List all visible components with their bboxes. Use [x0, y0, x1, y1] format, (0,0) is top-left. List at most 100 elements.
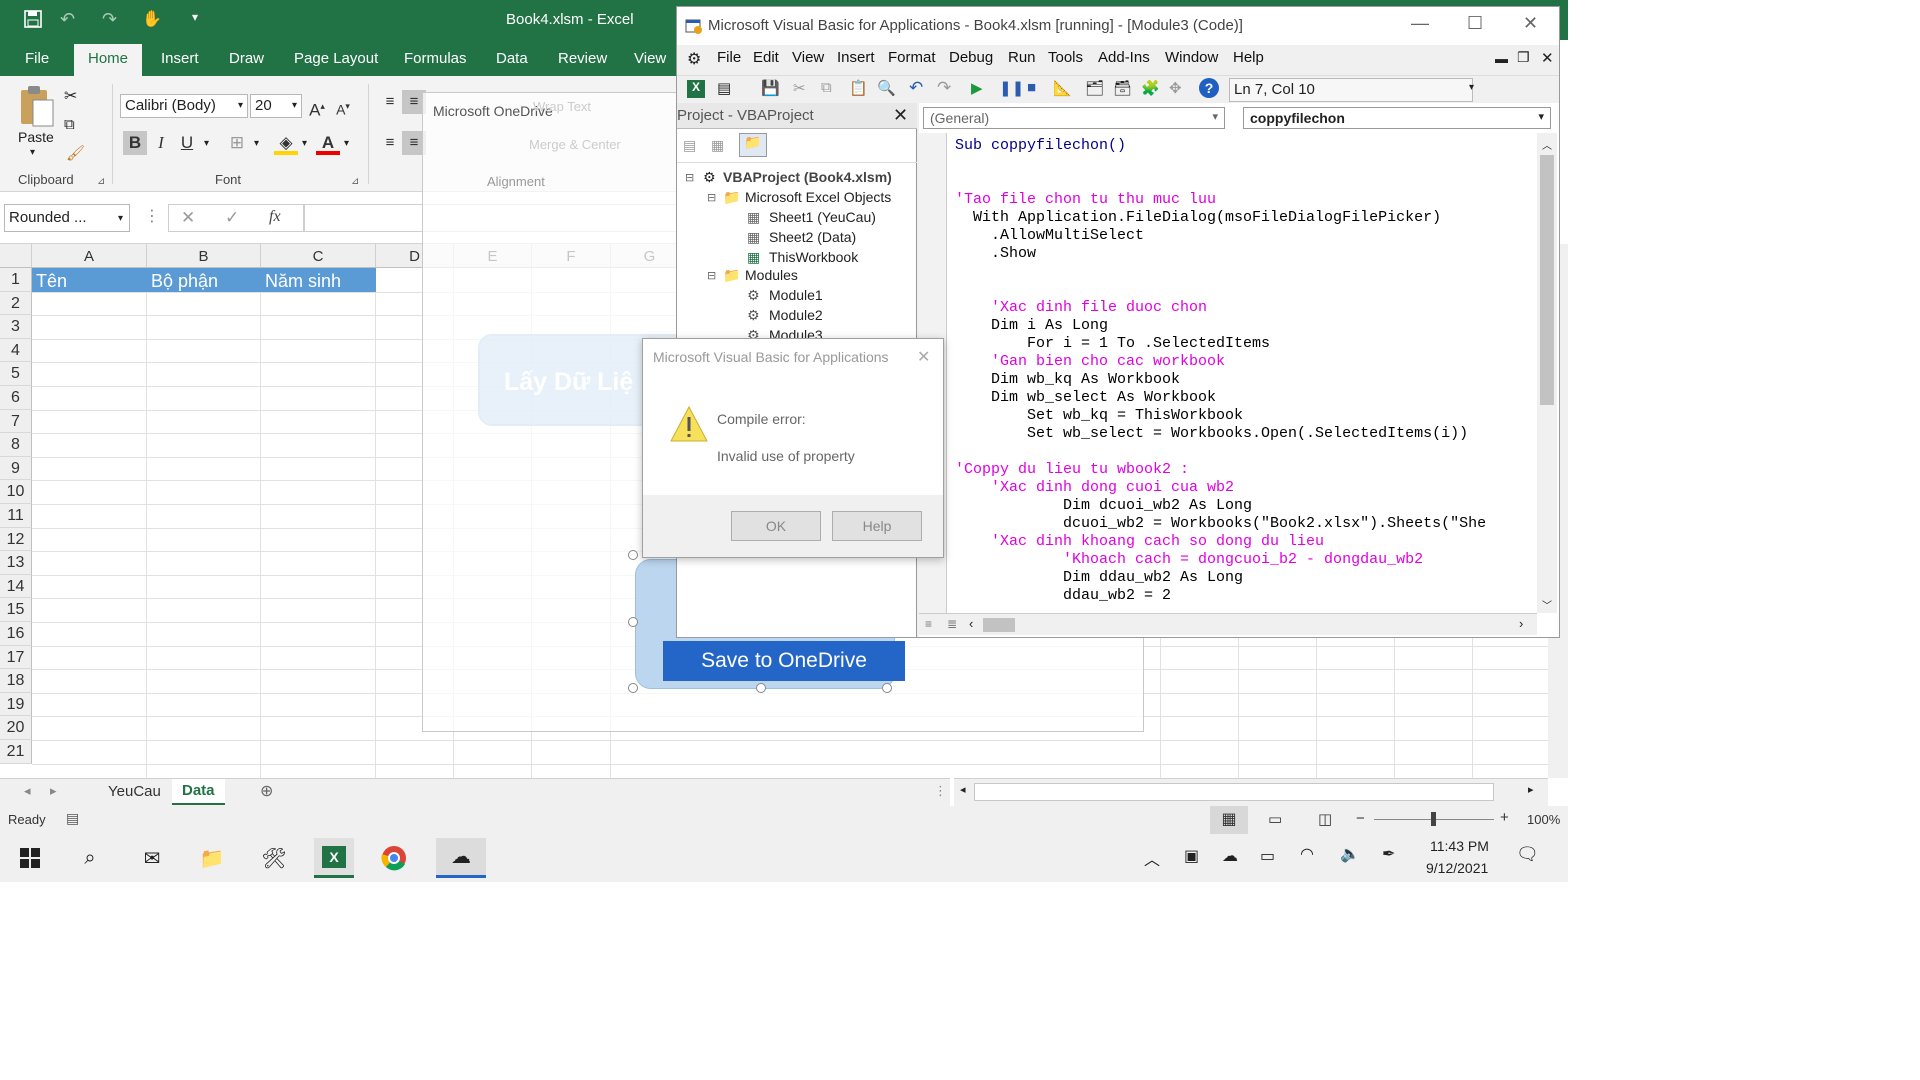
page-break-view-icon[interactable]: ◫ [1318, 810, 1332, 828]
maximize-icon[interactable]: ☐ [1467, 13, 1483, 34]
increase-font-icon[interactable]: A▴ [305, 94, 329, 120]
row-header[interactable]: 19 [0, 692, 32, 717]
code-line[interactable]: With Application.FileDialog(msoFileDialo… [955, 209, 1441, 227]
menu-debug[interactable]: Debug [949, 49, 993, 66]
column-header-a[interactable]: A [32, 244, 147, 268]
onedrive-tray-icon[interactable]: ☁ [1222, 846, 1238, 866]
paste-icon[interactable]: 📋 [849, 79, 868, 97]
code-line[interactable]: Dim wb_kq As Workbook [955, 371, 1180, 389]
column-header-b[interactable]: B [147, 244, 261, 268]
underline-dropdown-icon[interactable]: ▾ [204, 138, 209, 149]
scroll-up-icon[interactable]: ︿ [1542, 137, 1552, 152]
show-hidden-icons[interactable]: ︿ [1144, 846, 1160, 870]
start-icon[interactable] [12, 842, 48, 874]
excel-taskbar-icon[interactable]: X [314, 838, 354, 878]
clipboard-launcher-icon[interactable]: ⊿ [97, 176, 105, 187]
borders-dropdown-icon[interactable]: ▾ [254, 138, 259, 149]
dialog-close-icon[interactable]: ✕ [917, 347, 930, 367]
save-icon[interactable]: 💾 [761, 79, 780, 97]
touch-mode-icon[interactable]: ✋ [142, 9, 162, 29]
reset-icon[interactable]: ■ [1027, 79, 1036, 96]
cancel-icon[interactable]: ✕ [181, 208, 195, 228]
project-close-icon[interactable]: ✕ [893, 105, 908, 126]
code-line[interactable]: Dim i As Long [955, 317, 1108, 335]
code-line[interactable]: Dim dcuoi_wb2 As Long [955, 497, 1252, 515]
tab-view[interactable]: View [634, 50, 666, 67]
tab-file[interactable]: File [25, 50, 49, 67]
collapse-icon[interactable]: ⊟ [685, 171, 694, 184]
name-box[interactable]: Rounded ... ▾ [4, 204, 130, 232]
chrome-icon[interactable] [376, 842, 412, 874]
sheet-tab-yeucau[interactable]: YeuCau [108, 783, 161, 800]
code-line[interactable]: .AllowMultiSelect [955, 227, 1144, 245]
scroll-left-icon[interactable]: ◂ [960, 783, 966, 796]
tree-item-thisworkbook[interactable]: ThisWorkbook [769, 249, 858, 265]
code-line[interactable]: Set wb_kq = ThisWorkbook [955, 407, 1243, 425]
zoom-level[interactable]: 100% [1527, 812, 1560, 827]
font-color-dropdown-icon[interactable]: ▾ [344, 138, 349, 149]
properties-icon[interactable]: 🗃 [1113, 79, 1132, 97]
row-header[interactable]: 15 [0, 598, 32, 622]
pen-icon[interactable]: ✒ [1382, 844, 1395, 864]
tree-item-module1[interactable]: Module1 [769, 287, 823, 303]
scroll-thumb[interactable] [1540, 155, 1554, 405]
zoom-out-icon[interactable]: − [1356, 810, 1365, 827]
paste-label[interactable]: Paste [18, 129, 54, 145]
file-explorer-icon[interactable]: 📁 [194, 842, 230, 874]
row-header[interactable]: 14 [0, 574, 32, 599]
cell-c1[interactable]: Năm sinh [261, 268, 376, 292]
page-layout-view-icon[interactable]: ▭ [1268, 810, 1282, 828]
menu-help[interactable]: Help [1233, 49, 1264, 66]
tab-data[interactable]: Data [496, 50, 528, 67]
next-sheet-icon[interactable]: ▸ [50, 783, 57, 799]
mail-icon[interactable]: ✉ [134, 842, 170, 874]
more-options-icon[interactable]: ⋮ [144, 206, 160, 226]
menu-view[interactable]: View [792, 49, 824, 66]
row-header[interactable]: 16 [0, 622, 32, 646]
object-browser-icon[interactable]: 🧩 [1141, 79, 1160, 97]
find-icon[interactable]: 🔍 [877, 79, 896, 97]
tree-item-sheet1[interactable]: Sheet1 (YeuCau) [769, 209, 876, 225]
font-color-icon[interactable]: A [316, 131, 340, 155]
row-header[interactable]: 12 [0, 527, 32, 552]
row-header[interactable]: 2 [0, 291, 32, 316]
clock-date[interactable]: 9/12/2021 [1426, 860, 1488, 876]
toggle-folders-icon[interactable]: 📁 [739, 133, 767, 157]
code-line[interactable]: .Show [955, 245, 1036, 263]
row-header[interactable]: 10 [0, 480, 32, 504]
procedure-view-icon[interactable]: ≡ [925, 617, 932, 631]
minimize-icon[interactable]: — [1411, 13, 1429, 34]
design-mode-icon[interactable]: 📐 [1053, 79, 1072, 97]
code-horizontal-scrollbar[interactable]: ≡ ≣ ‹ › [919, 613, 1537, 635]
onedrive-taskbar-icon[interactable]: ☁ [436, 838, 486, 878]
bold-icon[interactable]: B [123, 131, 147, 155]
tools-icon[interactable]: 🛠 [256, 842, 292, 874]
customize-qat-icon[interactable]: ▾ [192, 10, 198, 24]
row-header[interactable]: 1 [0, 268, 32, 292]
cut-icon[interactable]: ✂ [793, 79, 806, 97]
new-sheet-icon[interactable]: ⊕ [260, 781, 273, 801]
object-dropdown[interactable]: (General) ▾ [923, 107, 1225, 129]
menu-add-ins[interactable]: Add-Ins [1098, 49, 1150, 66]
code-line[interactable]: dcuoi_wb2 = Workbooks("Book2.xlsx").Shee… [955, 515, 1486, 533]
code-line[interactable]: Sub coppyfilechon() [955, 137, 1126, 155]
menu-insert[interactable]: Insert [837, 49, 875, 66]
code-line[interactable]: Dim ddau_wb2 As Long [955, 569, 1243, 587]
child-close-icon[interactable]: ✕ [1541, 49, 1554, 67]
code-editor[interactable]: Sub coppyfilechon() 'Tao file chon tu thu… [919, 133, 1531, 609]
ok-button[interactable]: OK [731, 511, 821, 541]
menu-tools[interactable]: Tools [1048, 49, 1083, 66]
code-line[interactable]: 'Xac dinh file duoc chon [955, 299, 1207, 317]
tree-folder-modules[interactable]: Modules [745, 267, 798, 283]
zoom-slider-thumb[interactable] [1431, 812, 1436, 826]
tab-page-layout[interactable]: Page Layout [294, 50, 378, 67]
row-header[interactable]: 4 [0, 338, 32, 363]
align-top-icon[interactable]: ≡ [378, 90, 402, 114]
collapse-icon[interactable]: ⊟ [707, 191, 716, 204]
tab-draw[interactable]: Draw [229, 50, 264, 67]
redo-icon[interactable]: ↷ [937, 78, 951, 98]
tab-insert[interactable]: Insert [161, 50, 199, 67]
font-size-box[interactable]: 20 ▾ [250, 94, 302, 118]
scroll-down-icon[interactable]: ﹀ [1542, 597, 1552, 612]
selection-handle[interactable] [882, 683, 892, 693]
